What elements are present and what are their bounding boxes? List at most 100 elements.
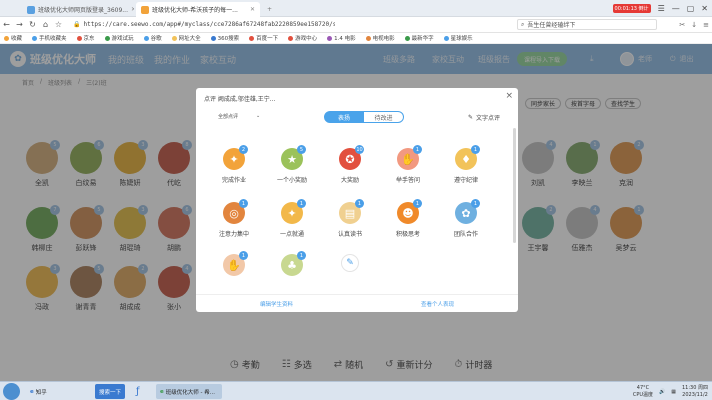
bookmark-item[interactable]: 360搜索	[210, 34, 239, 42]
item-glyph: ▤	[344, 206, 356, 220]
favorite-star-icon[interactable]: ☆	[52, 20, 65, 29]
review-item-label: 一点就通	[279, 231, 304, 238]
scrollbar[interactable]	[513, 128, 516, 243]
window-controls: 00:01:13 倒计 ☰ — ▢ ✕	[612, 0, 712, 17]
bookmark-item[interactable]: 手机收藏夹	[32, 34, 67, 42]
review-item[interactable]: ✋ 1 举手答问	[378, 145, 438, 184]
browser-icon: e	[30, 388, 34, 395]
skin-icon[interactable]: ☰	[658, 4, 665, 13]
item-glyph: ✦	[287, 206, 297, 220]
item-glyph: ♦	[461, 152, 471, 166]
start-button[interactable]	[3, 383, 20, 400]
bookmark-item[interactable]: 电视电影	[365, 34, 395, 42]
review-item[interactable]: ✋ 1	[204, 251, 264, 276]
points-badge: 1	[355, 199, 364, 208]
bulb-icon: ✦ 2	[223, 145, 248, 170]
bookmark-icon	[32, 35, 38, 41]
refresh-icon[interactable]: ↻	[26, 20, 39, 29]
review-item[interactable]: ✦ 2 完成作业	[204, 145, 264, 184]
bookmark-label: 星球娱乐	[450, 36, 473, 42]
minimize-icon[interactable]: —	[672, 4, 680, 13]
home-icon[interactable]: ⌂	[39, 20, 52, 29]
extension-icons: ✂ ↓ ≡	[679, 17, 709, 33]
review-item[interactable]: ☻ 1 积极思考	[378, 199, 438, 238]
close-icon[interactable]: ✕	[250, 6, 255, 13]
address-bar: ← → ↻ ⌂ ☆ 🔒 https://care.seewo.com/app#/…	[0, 17, 712, 33]
team-icon: ✿ 1	[455, 199, 480, 224]
clock[interactable]: 11:30 周四 2023/11/2	[682, 385, 708, 399]
review-tabs: 表扬 待改进	[324, 111, 404, 123]
bookmark-item[interactable]: 游戏试玩	[104, 34, 134, 42]
review-item[interactable]: ♣ 1	[262, 251, 322, 276]
bookmarks-bar: 收藏 手机收藏夹 京东 游戏试玩 谷歌 网址大全 360搜索 百度一下 游戏中心 1.4 电影 电视…	[0, 33, 712, 44]
item-glyph: ♣	[287, 258, 297, 272]
download-icon[interactable]: ↓	[691, 21, 697, 29]
bookmark-label: 游戏中心	[295, 36, 318, 42]
text-review-button[interactable]: ✎ 文字点评	[468, 113, 500, 122]
tab-praise[interactable]: 表扬	[324, 111, 364, 123]
bookmark-icon	[76, 35, 82, 41]
menu-icon[interactable]: ≡	[703, 21, 709, 29]
windows-taskbar: e 知乎 搜索一下 ƒ e 班级优化大师 - 希... 47°C CPU温度 🔊 …	[0, 381, 712, 400]
trophy-icon: ✪ 10	[339, 145, 364, 170]
bookmark-item[interactable]: 收藏	[4, 34, 22, 42]
review-item[interactable]: ◎ 1 注意力集中	[204, 199, 264, 238]
screenshot-icon[interactable]: ✂	[679, 21, 685, 29]
network-icon[interactable]: ▦	[671, 389, 676, 395]
site-favicon-icon	[27, 5, 35, 14]
bookmark-item[interactable]: 网址大全	[171, 34, 201, 42]
view-performance-button[interactable]: 查看个人表现	[357, 295, 518, 312]
bookmark-item[interactable]: 游戏中心	[288, 34, 317, 42]
review-item[interactable]: ★ 5 一个小奖励	[262, 145, 322, 184]
close-icon[interactable]: ✕	[131, 6, 134, 13]
bookmark-label: 收藏	[11, 36, 23, 42]
speaker-icon[interactable]: 🔊	[659, 389, 665, 395]
bookmark-item[interactable]: 百度一下	[249, 34, 278, 42]
review-item-label: 完成作业	[221, 177, 246, 184]
item-glyph: ✋	[227, 258, 241, 272]
bookmark-item[interactable]: 谷歌	[143, 34, 162, 42]
new-tab-button[interactable]: +	[262, 2, 274, 17]
book-icon: ▤ 1	[339, 199, 364, 224]
url-field[interactable]: 🔒 https://care.seewo.com/app#/myclass/cc…	[73, 19, 335, 30]
review-item[interactable]: ✎	[320, 254, 380, 272]
url-text: https://care.seewo.com/app#/myclass/cce7…	[83, 21, 335, 28]
bookmark-item[interactable]: 星球娱乐	[443, 34, 473, 42]
bookmark-label: 京东	[83, 36, 95, 42]
close-window-icon[interactable]: ✕	[701, 4, 708, 13]
review-item[interactable]: ✿ 1 团队合作	[436, 199, 496, 238]
review-filter[interactable]: 全部点评 ⌄	[218, 113, 260, 120]
forward-icon[interactable]: →	[13, 20, 26, 29]
review-item[interactable]: ✪ 10 大奖励	[320, 145, 380, 184]
item-glyph: ✦	[229, 152, 239, 166]
review-item-label: 举手答问	[395, 177, 420, 184]
taskbar-search-button[interactable]: 搜索一下	[95, 384, 125, 399]
close-icon[interactable]: ×	[505, 91, 513, 101]
clock-date: 2023/11/2	[682, 391, 708, 398]
bookmark-item[interactable]: 京东	[76, 34, 95, 42]
browser-tab-bar: 班级优化大师网页版登录_3609... ✕ 班级优化大师-希沃孩子的每一... …	[0, 0, 712, 17]
review-item[interactable]: ▤ 1 认真读书	[320, 199, 380, 238]
taskbar-app-class[interactable]: e 班级优化大师 - 希...	[156, 384, 222, 399]
tab-improve[interactable]: 待改进	[364, 111, 404, 123]
back-icon[interactable]: ←	[0, 20, 13, 29]
browser-tab-login[interactable]: 班级优化大师网页版登录_3609... ✕	[22, 2, 134, 17]
target-icon: ◎ 1	[223, 199, 248, 224]
edit-student-button[interactable]: 编辑学生资料	[196, 295, 357, 312]
review-item-label: 注意力集中	[218, 231, 249, 238]
review-item[interactable]: ✦ 1 一点就通	[262, 199, 322, 238]
maximize-icon[interactable]: ▢	[687, 4, 695, 13]
taskbar-app-zhihu[interactable]: e 知乎	[26, 384, 72, 399]
review-item[interactable]: ♦ 1 遵守纪律	[436, 145, 496, 184]
flash-icon[interactable]: ƒ	[132, 384, 152, 399]
edit-icon: ✎	[341, 254, 359, 272]
bookmark-item[interactable]: 最新华字	[404, 34, 434, 42]
review-modal: 点评 阙成成,邬佳雄,王宁... × 全部点评 ⌄ 表扬 待改进 ✎ 文字点评 …	[196, 88, 518, 312]
browser-tab-active[interactable]: 班级优化大师-希沃孩子的每一... ✕	[136, 2, 260, 17]
browser-search-input[interactable]: ⌕ 吾生任曾经磕绊下	[517, 19, 657, 30]
bookmark-item[interactable]: 1.4 电影	[327, 34, 356, 42]
bookmark-icon	[443, 35, 449, 41]
review-item-label: 积极思考	[395, 231, 420, 238]
cpu-temp: 47°C CPU温度	[633, 385, 653, 399]
bookmark-icon	[365, 35, 371, 41]
